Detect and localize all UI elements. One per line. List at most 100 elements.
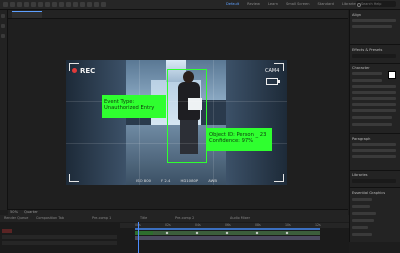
surveillance-frame[interactable]: REC CAM4 Event Type: Unauthorized Entry … bbox=[66, 60, 287, 185]
tab-pre-comp-1[interactable]: Pre-comp 1 bbox=[92, 216, 111, 220]
effects-search-input[interactable] bbox=[352, 54, 396, 58]
essential-graphics-item[interactable] bbox=[352, 198, 372, 201]
indent-controls[interactable] bbox=[352, 149, 396, 152]
scale-controls[interactable] bbox=[352, 103, 396, 106]
workspace-tab-learn[interactable]: Learn bbox=[268, 2, 278, 6]
workspace-tab-review[interactable]: Review bbox=[247, 2, 260, 6]
tab-audio-mixer[interactable]: Audio Mixer bbox=[230, 216, 250, 220]
tab-pre-comp-2[interactable]: Pre-comp 2 bbox=[175, 216, 194, 220]
search-help-placeholder: Search Help bbox=[361, 2, 382, 6]
effects-presets-title[interactable]: Effects & Presets bbox=[352, 48, 382, 52]
search-help-input[interactable]: Search Help bbox=[356, 1, 396, 7]
top-toolbar: Default Review Learn Small Screen Standa… bbox=[0, 0, 400, 10]
fill-color-swatch[interactable] bbox=[388, 71, 396, 79]
layer-row[interactable] bbox=[2, 241, 117, 245]
roto-brush-icon[interactable] bbox=[94, 2, 99, 7]
workspace-tabs: Default Review Learn Small Screen Standa… bbox=[226, 2, 357, 6]
align-panel-title[interactable]: Align bbox=[352, 13, 361, 17]
ruler-tick: 12s bbox=[315, 223, 321, 227]
layer-row[interactable] bbox=[2, 235, 117, 239]
layer-label-color[interactable] bbox=[2, 229, 12, 233]
layer-list bbox=[0, 228, 120, 253]
essential-graphics-item[interactable] bbox=[352, 233, 372, 236]
work-area-bar[interactable] bbox=[135, 228, 320, 230]
white-balance-readout: AWB bbox=[208, 178, 217, 183]
ligature-options[interactable] bbox=[352, 123, 392, 126]
ruler-tick: 04s bbox=[195, 223, 201, 227]
effects-controls-icon[interactable] bbox=[1, 24, 5, 28]
essential-graphics-item[interactable] bbox=[352, 205, 370, 208]
text-style-buttons[interactable] bbox=[352, 116, 392, 119]
align-controls[interactable] bbox=[352, 19, 396, 22]
align-distribute-controls[interactable] bbox=[352, 25, 392, 28]
detection-bounding-box bbox=[167, 69, 207, 163]
panel-divider bbox=[349, 133, 400, 134]
spacing-controls[interactable] bbox=[352, 155, 396, 158]
ruler-tick: 06s bbox=[225, 223, 231, 227]
tab-composition[interactable]: Composition bbox=[12, 11, 43, 28]
selection-tool-icon[interactable] bbox=[10, 2, 15, 7]
resolution-readout: HD1080P bbox=[180, 178, 199, 183]
hand-tool-icon[interactable] bbox=[17, 2, 22, 7]
puppet-tool-icon[interactable] bbox=[101, 2, 106, 7]
stroke-controls[interactable] bbox=[352, 97, 396, 100]
event-type-text: Event Type: Unauthorized Entry bbox=[104, 99, 155, 111]
workspace-tab-small-screen[interactable]: Small Screen bbox=[286, 2, 309, 6]
layer-icon[interactable] bbox=[1, 34, 5, 38]
type-tool-icon[interactable] bbox=[66, 2, 71, 7]
workspace-tab-default[interactable]: Default bbox=[226, 2, 239, 6]
font-size-controls[interactable] bbox=[352, 85, 396, 88]
mask-tool-icon[interactable] bbox=[52, 2, 57, 7]
zoom-tool-icon[interactable] bbox=[24, 2, 29, 7]
font-family-select[interactable] bbox=[352, 72, 382, 75]
iso-readout: ISO 800 bbox=[136, 178, 152, 183]
font-style-select[interactable] bbox=[352, 79, 382, 82]
essential-graphics-title[interactable]: Essential Graphics bbox=[352, 191, 385, 195]
panel-divider bbox=[349, 170, 400, 171]
pen-tool-icon[interactable] bbox=[59, 2, 64, 7]
home-icon[interactable] bbox=[3, 2, 8, 7]
tab-title[interactable]: Title bbox=[140, 216, 147, 220]
eraser-tool-icon[interactable] bbox=[87, 2, 92, 7]
layer-track-bar[interactable] bbox=[135, 236, 320, 240]
hallway-left-wall bbox=[66, 60, 126, 185]
libraries-panel-title[interactable]: Libraries bbox=[352, 173, 368, 177]
ruler-tick: 10s bbox=[285, 223, 291, 227]
ruler-tick: 02s bbox=[165, 223, 171, 227]
rec-label: REC bbox=[80, 67, 96, 75]
brush-tool-icon[interactable] bbox=[73, 2, 78, 7]
panel-divider bbox=[349, 187, 400, 188]
aperture-readout: F 2.4 bbox=[161, 178, 171, 183]
camera-label: CAM4 bbox=[265, 68, 280, 74]
hud-grid-line bbox=[213, 60, 214, 185]
camera-tool-icon[interactable] bbox=[38, 2, 43, 7]
pan-behind-tool-icon[interactable] bbox=[45, 2, 50, 7]
tab-composition-timeline[interactable]: Composition Tab bbox=[36, 216, 64, 220]
panel-divider bbox=[349, 63, 400, 64]
libraries-search-input[interactable] bbox=[352, 179, 396, 183]
kerning-controls[interactable] bbox=[352, 91, 396, 94]
ruler-tick: 08s bbox=[255, 223, 261, 227]
character-panel-title[interactable]: Character bbox=[352, 66, 370, 70]
object-id-label: Object ID: Person _ 23 Confidence: 97% bbox=[207, 128, 272, 151]
object-id-text: Object ID: Person _ 23 Confidence: 97% bbox=[209, 132, 267, 144]
left-panel-tools bbox=[1, 14, 6, 44]
clone-tool-icon[interactable] bbox=[80, 2, 85, 7]
essential-graphics-item[interactable] bbox=[352, 226, 368, 229]
rec-dot-icon bbox=[72, 68, 77, 73]
panel-divider bbox=[349, 44, 400, 45]
workspace-tab-standard[interactable]: Standard bbox=[318, 2, 334, 6]
project-icon[interactable] bbox=[1, 14, 5, 18]
event-type-label: Event Type: Unauthorized Entry bbox=[102, 95, 166, 118]
composition-tab-bar bbox=[8, 10, 348, 19]
paragraph-panel-title[interactable]: Paragraph bbox=[352, 137, 370, 141]
essential-graphics-item[interactable] bbox=[352, 212, 376, 215]
paragraph-align-buttons[interactable] bbox=[352, 143, 396, 146]
baseline-controls[interactable] bbox=[352, 109, 396, 112]
tab-render-queue[interactable]: Render Queue bbox=[4, 216, 28, 220]
rotate-tool-icon[interactable] bbox=[31, 2, 36, 7]
playhead[interactable] bbox=[138, 222, 139, 253]
hud-bottom-readouts: ISO 800 F 2.4 HD1080P AWB bbox=[66, 178, 287, 183]
battery-icon bbox=[266, 78, 280, 85]
essential-graphics-item[interactable] bbox=[352, 219, 374, 222]
